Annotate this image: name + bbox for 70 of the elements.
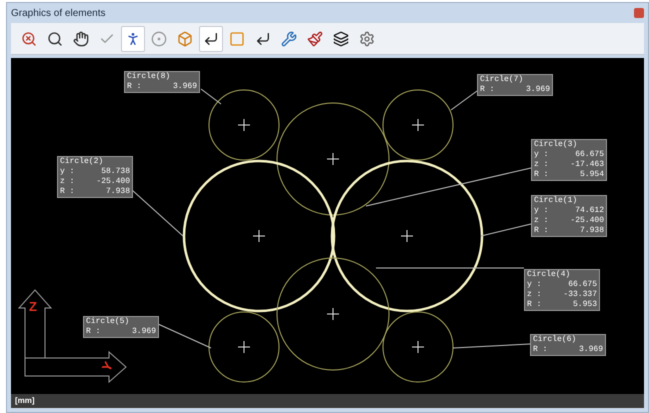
- center-cross-icon: [238, 118, 250, 132]
- brush-icon: [307, 30, 323, 46]
- center-cross-icon: [412, 340, 424, 354]
- hand-icon: [73, 30, 89, 46]
- axis-z-arrow: [18, 289, 52, 358]
- leader-line: [480, 224, 532, 236]
- leader-line: [200, 88, 222, 104]
- label-key: z :: [534, 160, 548, 170]
- label-value: 3.969: [172, 82, 197, 92]
- label-value: -25.400: [96, 177, 130, 187]
- window-title: Graphics of elements: [11, 6, 106, 20]
- label-value: 7.938: [580, 226, 604, 236]
- toolbar-button[interactable]: [199, 26, 223, 52]
- center-cross-icon: [326, 152, 340, 166]
- label-title: Circle(8): [127, 72, 172, 82]
- square-icon: [229, 30, 245, 46]
- label-title: Circle(5): [86, 317, 130, 327]
- zoom-out-icon: [21, 30, 37, 46]
- axis-label: Z: [29, 300, 37, 313]
- label-key: R :: [534, 170, 548, 180]
- center-cross-icon: [238, 340, 250, 354]
- label-key: R :: [480, 85, 494, 95]
- axis-label: Y: [100, 360, 116, 374]
- label-key: z :: [534, 216, 548, 226]
- layers-icon: [333, 30, 349, 46]
- leader-line: [450, 90, 478, 110]
- label-value: -17.463: [570, 160, 604, 170]
- center-cross-icon: [326, 308, 340, 320]
- target-icon: [151, 30, 167, 46]
- label-value: 58.738: [101, 167, 130, 177]
- label-value: 66.675: [575, 150, 604, 160]
- label-title: Circle(6): [533, 335, 578, 345]
- leader-line: [132, 190, 184, 236]
- settings-icon: [359, 30, 375, 46]
- label-key: z :: [527, 290, 542, 300]
- label-title: Circle(7): [480, 75, 524, 85]
- box-icon: [177, 30, 193, 46]
- label-value: 3.969: [526, 85, 550, 95]
- label-key: R :: [527, 300, 542, 310]
- label-key: y :: [60, 167, 74, 177]
- label-value: -25.400: [570, 216, 604, 226]
- center-cross-icon: [400, 230, 414, 242]
- label-value: 5.954: [580, 170, 604, 180]
- label-key: y :: [527, 280, 542, 290]
- label-value: 74.612: [575, 206, 604, 216]
- unit-label: [mm]: [15, 395, 35, 407]
- leader-line: [158, 324, 212, 348]
- label-title: Circle(3): [534, 140, 578, 150]
- label-title: Circle(1): [534, 196, 578, 206]
- label-title: Circle(4): [527, 270, 572, 280]
- center-cross-icon: [412, 118, 424, 132]
- label-key: y :: [534, 206, 548, 216]
- label-value: 5.953: [572, 300, 597, 310]
- label-key: R :: [127, 82, 142, 92]
- label-value: 3.969: [132, 327, 156, 337]
- label-value: 66.675: [568, 280, 597, 290]
- label-key: R :: [534, 226, 548, 236]
- label-key: R :: [533, 345, 548, 355]
- label-value: 7.938: [106, 187, 130, 197]
- center-cross-icon: [252, 230, 266, 242]
- toolbar-button[interactable]: [121, 26, 145, 52]
- label-key: R :: [60, 187, 74, 197]
- label-key: z :: [60, 177, 74, 187]
- label-key: y :: [534, 150, 548, 160]
- label-value: -33.337: [563, 290, 597, 300]
- label-title: Circle(2): [60, 157, 104, 167]
- zoom-icon: [47, 30, 63, 46]
- label-key: R :: [86, 327, 100, 337]
- tools-icon: [281, 30, 297, 46]
- label-value: 3.969: [578, 345, 603, 355]
